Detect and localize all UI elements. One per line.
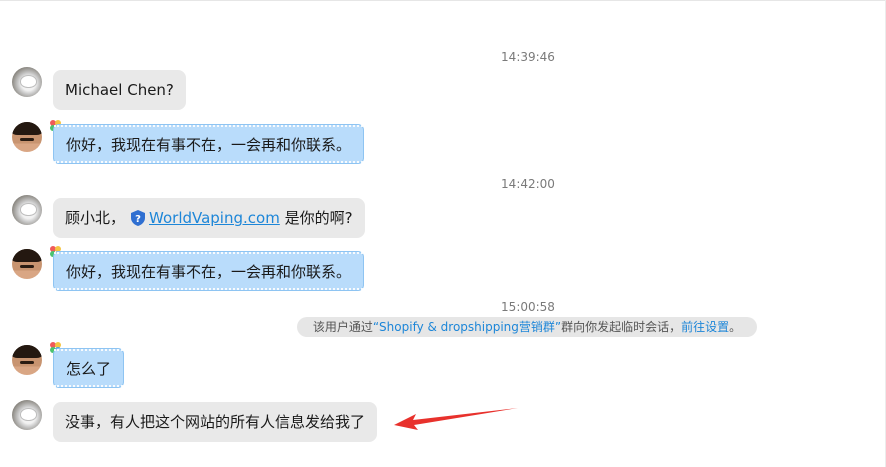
- message-text: 没事，有人把这个网站的所有人信息发给我了: [65, 413, 366, 431]
- website-link[interactable]: WorldVaping.com: [149, 209, 280, 227]
- message-text: 是你的啊?: [279, 209, 353, 227]
- message-bubble-self[interactable]: 你好，我现在有事不在，一会再和你联系。: [53, 124, 365, 164]
- top-divider: [0, 0, 886, 1]
- red-arrow-annotation: [394, 408, 518, 430]
- system-notice: 该用户通过“Shopify & dropshipping营销群”群向你发起临时会…: [297, 317, 757, 337]
- shield-question-icon: ?: [131, 201, 146, 226]
- message-bubble-self[interactable]: 怎么了: [53, 348, 125, 388]
- svg-text:?: ?: [135, 214, 141, 225]
- notice-suffix: 。: [729, 320, 742, 334]
- message-bubble-contact[interactable]: 顾小北，? WorldVaping.com 是你的啊?: [53, 198, 365, 238]
- go-to-settings-link[interactable]: 前往设置: [681, 320, 729, 334]
- message-bubble-contact[interactable]: 没事，有人把这个网站的所有人信息发给我了: [53, 402, 378, 442]
- message-text: 你好，我现在有事不在，一会再和你联系。: [66, 263, 352, 281]
- message-text: 怎么了: [66, 360, 112, 378]
- message-text: 顾小北，: [65, 209, 126, 227]
- self-avatar[interactable]: [12, 122, 42, 152]
- notice-prefix: 该用户通过: [312, 320, 373, 334]
- message-text: Michael Chen?: [65, 81, 174, 99]
- message-bubble-contact[interactable]: Michael Chen?: [53, 70, 186, 110]
- contact-avatar[interactable]: [12, 400, 42, 430]
- timestamp: 15:00:58: [501, 300, 555, 314]
- message-bubble-self[interactable]: 你好，我现在有事不在，一会再和你联系。: [53, 251, 365, 291]
- contact-avatar[interactable]: [12, 67, 42, 97]
- notice-middle: 群向你发起临时会话，: [561, 320, 682, 334]
- message-text: 你好，我现在有事不在，一会再和你联系。: [66, 136, 352, 154]
- self-avatar[interactable]: [12, 249, 42, 279]
- contact-avatar[interactable]: [12, 195, 42, 225]
- timestamp: 14:42:00: [501, 177, 555, 191]
- self-avatar[interactable]: [12, 345, 42, 375]
- timestamp: 14:39:46: [501, 50, 555, 64]
- group-name-link[interactable]: “Shopify & dropshipping营销群”: [373, 320, 561, 334]
